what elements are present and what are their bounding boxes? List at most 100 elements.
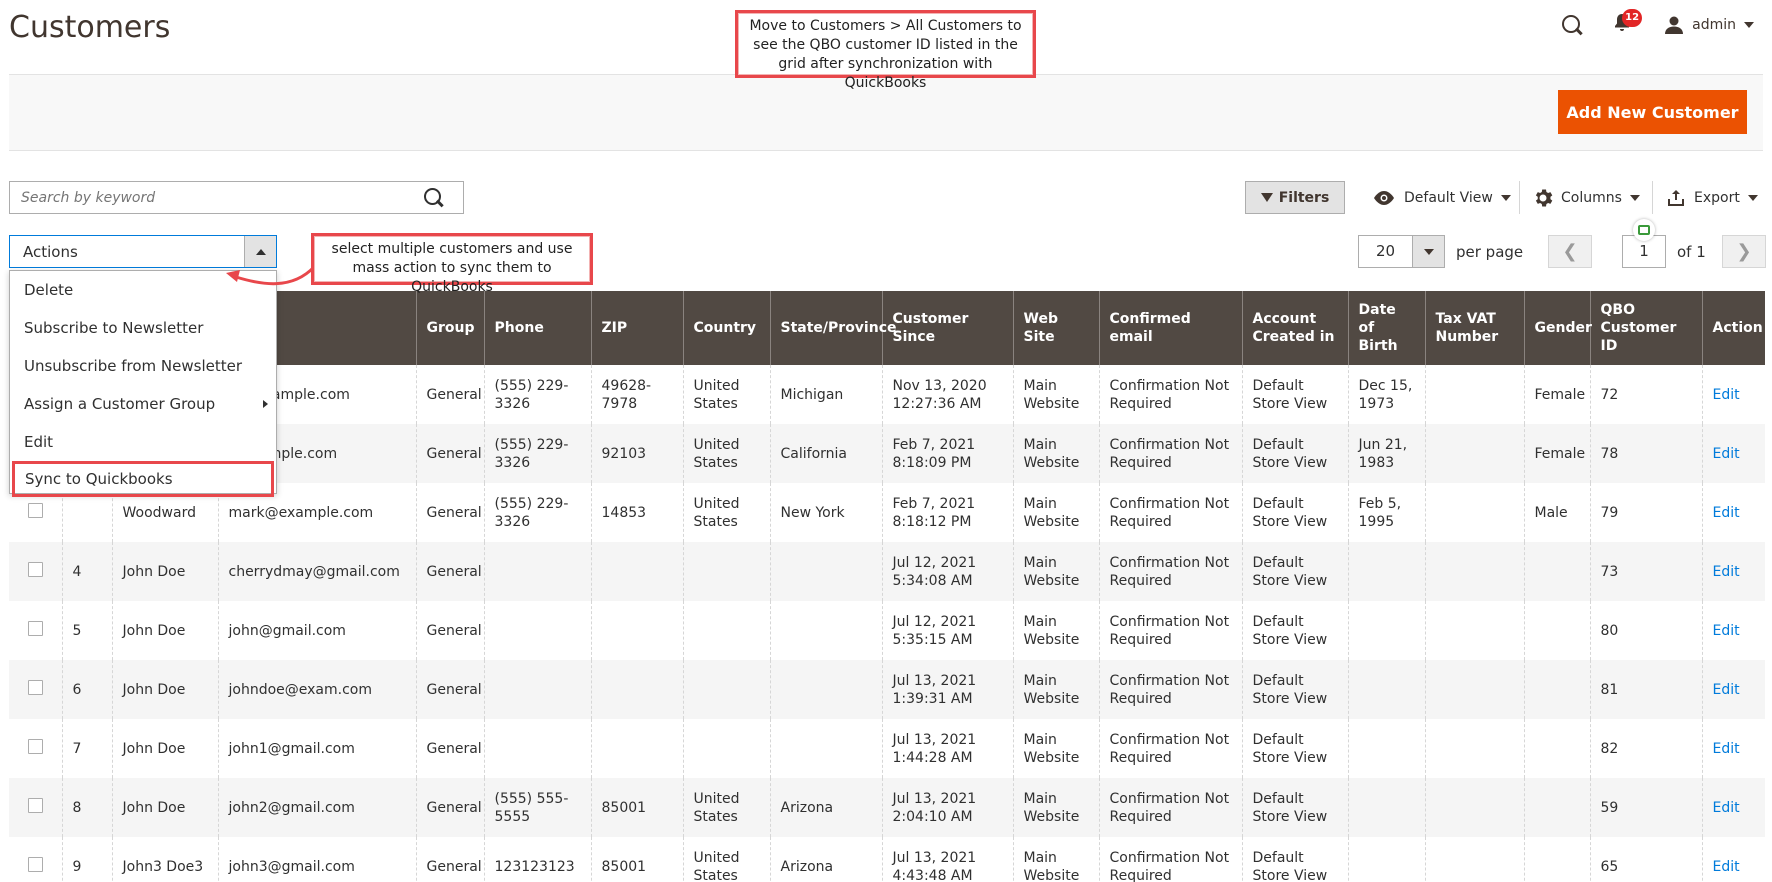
column-header-dob[interactable]: Date of Birth <box>1347 291 1425 365</box>
filter-icon <box>1260 193 1273 202</box>
cell-dob <box>1347 778 1425 837</box>
cell-state <box>769 719 882 778</box>
menu-item-edit[interactable]: Edit <box>10 423 276 461</box>
cell-zip <box>590 719 683 778</box>
chevron-down-icon <box>1747 195 1758 201</box>
user-menu[interactable]: admin <box>1664 15 1754 35</box>
column-header-gender[interactable]: Gender <box>1523 291 1592 365</box>
row-checkbox[interactable] <box>27 620 43 636</box>
edit-link[interactable]: Edit <box>1713 741 1740 757</box>
edit-link[interactable]: Edit <box>1713 800 1740 816</box>
global-search-icon[interactable] <box>1560 13 1584 37</box>
menu-item-assign-group-label: Assign a Customer Group <box>24 395 216 413</box>
cell-created-in: Default Store View <box>1241 365 1348 424</box>
columns-control[interactable]: Columns <box>1533 185 1640 211</box>
cell-created-in: Default Store View <box>1241 660 1348 719</box>
row-checkbox[interactable] <box>27 738 43 754</box>
view-switcher[interactable]: Default View <box>1372 185 1511 211</box>
column-header-taxvat[interactable]: Tax VAT Number <box>1424 291 1524 365</box>
cell-confirmed: Confirmation Not Required <box>1098 365 1242 424</box>
user-name: admin <box>1692 17 1736 33</box>
export-control[interactable]: Export <box>1666 185 1758 211</box>
cell-since: Jul 13, 2021 2:04:10 AM <box>881 778 1013 837</box>
chevron-up-icon <box>255 248 266 255</box>
cell-created-in: Default Store View <box>1241 424 1348 483</box>
cell-gender <box>1523 837 1590 882</box>
cell-qbo: 82 <box>1589 719 1702 778</box>
edit-link[interactable]: Edit <box>1713 446 1740 462</box>
column-header-country[interactable]: Country <box>682 291 770 365</box>
notifications-bell-icon[interactable]: 12 <box>1612 9 1643 37</box>
cell-taxvat <box>1424 601 1524 660</box>
row-checkbox[interactable] <box>27 797 43 813</box>
cell-country: United States <box>682 837 770 882</box>
table-row[interactable]: 9 John3 Doe3 john3@gmail.com General 1231231… <box>9 837 1765 882</box>
table-row[interactable]: 4 John Doe cherrydmay@gmail.com General Jul … <box>9 542 1765 601</box>
cell-taxvat <box>1424 778 1524 837</box>
cell-id: 7 <box>61 719 112 778</box>
column-header-confirmed-email[interactable]: Confirmed email <box>1098 291 1242 365</box>
column-header-qbo-id[interactable]: QBO Customer ID <box>1589 291 1702 365</box>
menu-item-sync-quickbooks[interactable]: Sync to Quickbooks <box>12 461 274 497</box>
search-input[interactable] <box>10 182 410 213</box>
cell-dob <box>1347 837 1425 882</box>
edit-link[interactable]: Edit <box>1713 387 1740 403</box>
row-checkbox[interactable] <box>27 561 43 577</box>
row-checkbox[interactable] <box>27 856 43 872</box>
extension-widget-icon[interactable] <box>1633 219 1655 241</box>
cell-name: John3 Doe3 <box>111 837 218 882</box>
row-checkbox[interactable] <box>27 679 43 695</box>
cell-phone <box>483 719 591 778</box>
cell-state: Arizona <box>769 778 882 837</box>
cell-qbo: 80 <box>1589 601 1702 660</box>
filters-button[interactable]: Filters <box>1245 181 1345 214</box>
cell-action: Edit <box>1701 365 1765 424</box>
cell-name: John Doe <box>111 719 218 778</box>
column-header-state[interactable]: State/Province <box>769 291 897 365</box>
cell-name: John Doe <box>111 660 218 719</box>
cell-confirmed: Confirmation Not Required <box>1098 660 1242 719</box>
column-header-created-in[interactable]: Account Created in <box>1241 291 1348 365</box>
column-header-group[interactable]: Group <box>415 291 484 365</box>
next-page-button[interactable]: ❯ <box>1722 235 1766 268</box>
row-select-cell <box>9 837 62 882</box>
column-header-customer-since[interactable]: Customer Since <box>881 291 1013 365</box>
cell-action: Edit <box>1701 778 1765 837</box>
per-page-toggle[interactable] <box>1412 236 1444 267</box>
cell-qbo: 81 <box>1589 660 1702 719</box>
cell-since: Feb 7, 2021 8:18:09 PM <box>881 424 1013 483</box>
edit-link[interactable]: Edit <box>1713 623 1740 639</box>
cell-since: Jul 13, 2021 1:44:28 AM <box>881 719 1013 778</box>
per-page-value: 20 <box>1375 242 1396 260</box>
edit-link[interactable]: Edit <box>1713 682 1740 698</box>
table-row[interactable]: 6 John Doe johndoe@exam.com General Jul 13, … <box>9 660 1765 719</box>
actions-label: Actions <box>23 242 78 261</box>
columns-label: Columns <box>1561 190 1622 206</box>
menu-item-unsubscribe-newsletter[interactable]: Unsubscribe from Newsletter <box>10 347 276 385</box>
previous-page-button[interactable]: ❮ <box>1548 235 1592 268</box>
cell-qbo: 73 <box>1589 542 1702 601</box>
per-page-select[interactable]: 20 <box>1358 235 1445 268</box>
table-row[interactable]: 8 John Doe john2@gmail.com General (555) 555… <box>9 778 1765 837</box>
cell-taxvat <box>1424 660 1524 719</box>
edit-link[interactable]: Edit <box>1713 505 1740 521</box>
edit-link[interactable]: Edit <box>1713 564 1740 580</box>
menu-item-assign-group[interactable]: Assign a Customer Group <box>10 385 276 423</box>
column-header-zip[interactable]: ZIP <box>590 291 683 365</box>
chevron-right-icon: ❯ <box>1736 241 1752 262</box>
add-new-customer-button[interactable]: Add New Customer <box>1558 90 1747 134</box>
cell-email: john@gmail.com <box>217 601 416 660</box>
cell-action: Edit <box>1701 601 1765 660</box>
column-header-phone[interactable]: Phone <box>483 291 591 365</box>
callout-arrow-icon <box>226 265 316 286</box>
table-row[interactable]: 5 John Doe john@gmail.com General Jul 12, 20… <box>9 601 1765 660</box>
table-row[interactable]: 7 John Doe john1@gmail.com General Jul 13, 2… <box>9 719 1765 778</box>
column-header-website[interactable]: Web Site <box>1012 291 1099 365</box>
search-icon[interactable] <box>423 187 445 209</box>
menu-item-subscribe-newsletter[interactable]: Subscribe to Newsletter <box>10 309 276 347</box>
edit-link[interactable]: Edit <box>1713 859 1740 875</box>
row-checkbox[interactable] <box>27 502 43 518</box>
cell-zip <box>590 542 683 601</box>
cell-created-in: Default Store View <box>1241 837 1348 882</box>
cell-taxvat <box>1424 542 1524 601</box>
